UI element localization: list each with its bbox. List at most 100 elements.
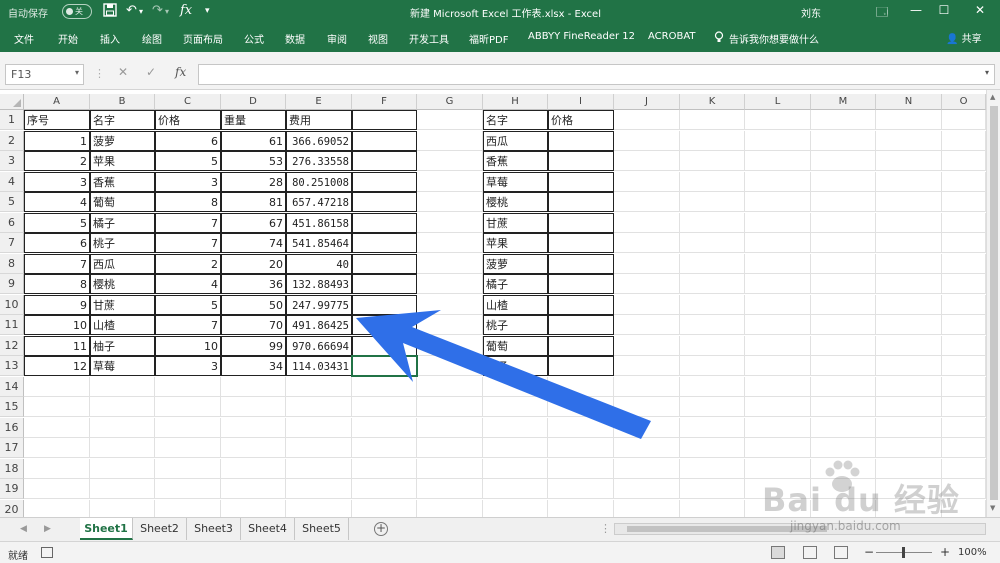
cell-f5[interactable] <box>352 192 417 212</box>
column-header-m[interactable]: M <box>811 94 876 110</box>
cell-c16[interactable] <box>155 417 221 438</box>
cell-o6[interactable] <box>942 212 986 233</box>
cell-d17[interactable] <box>221 438 286 458</box>
zoom-slider-knob[interactable] <box>902 547 905 558</box>
sheet-tab-sheet4[interactable]: Sheet4 <box>241 518 295 540</box>
cell-i15[interactable] <box>548 397 614 417</box>
cell-j10[interactable] <box>614 294 680 315</box>
cell-l13[interactable] <box>745 356 811 376</box>
cell-h10[interactable]: 山楂 <box>483 294 548 315</box>
cell-i1[interactable]: 价格 <box>548 110 614 130</box>
insert-function-icon[interactable]: fx <box>175 65 186 79</box>
cell-j8[interactable] <box>614 253 680 274</box>
cell-d4[interactable]: 28 <box>221 171 286 192</box>
undo-icon[interactable]: ↶ <box>126 3 137 18</box>
cell-f20[interactable] <box>352 499 417 517</box>
ribbon-display-icon[interactable]: 🗔 <box>872 3 892 24</box>
cell-n4[interactable] <box>876 171 942 192</box>
row-header-12[interactable]: 12 <box>0 335 24 356</box>
tab-developer[interactable]: 开发工具 <box>409 31 449 46</box>
cell-j20[interactable] <box>614 499 680 517</box>
cell-d20[interactable] <box>221 499 286 517</box>
cell-e18[interactable] <box>286 458 352 479</box>
cell-n11[interactable] <box>876 315 942 335</box>
cell-a17[interactable] <box>24 438 90 458</box>
cell-e6[interactable]: 451.86158 <box>286 212 352 233</box>
cell-j16[interactable] <box>614 417 680 438</box>
share-button[interactable]: 👤 共享 <box>946 30 982 45</box>
cell-c13[interactable]: 3 <box>155 356 221 376</box>
cell-c5[interactable]: 8 <box>155 192 221 212</box>
cell-d13[interactable]: 34 <box>221 356 286 376</box>
cell-i12[interactable] <box>548 335 614 356</box>
name-box[interactable]: F13 ▾ <box>5 64 84 85</box>
vertical-scroll-thumb[interactable] <box>990 106 998 500</box>
cell-k2[interactable] <box>680 130 745 151</box>
cell-m11[interactable] <box>811 315 876 335</box>
tab-formulas[interactable]: 公式 <box>244 31 264 46</box>
cell-m15[interactable] <box>811 397 876 417</box>
tab-file[interactable]: 文件 <box>14 31 34 46</box>
cell-d9[interactable]: 36 <box>221 274 286 294</box>
vertical-scrollbar[interactable]: ▲ ▼ <box>986 90 1000 517</box>
cell-j7[interactable] <box>614 233 680 253</box>
cell-o11[interactable] <box>942 315 986 335</box>
cell-b4[interactable]: 香蕉 <box>90 171 155 192</box>
cell-b10[interactable]: 甘蔗 <box>90 294 155 315</box>
cell-f19[interactable] <box>352 479 417 499</box>
cell-e15[interactable] <box>286 397 352 417</box>
cell-d12[interactable]: 99 <box>221 335 286 356</box>
cell-e4[interactable]: 80.251008 <box>286 171 352 192</box>
save-icon[interactable] <box>103 3 117 21</box>
cell-j3[interactable] <box>614 151 680 171</box>
cell-h17[interactable] <box>483 438 548 458</box>
cell-i9[interactable] <box>548 274 614 294</box>
cell-c12[interactable]: 10 <box>155 335 221 356</box>
cell-m14[interactable] <box>811 376 876 397</box>
formula-input[interactable]: ▾ <box>198 64 995 85</box>
cell-k15[interactable] <box>680 397 745 417</box>
cell-n7[interactable] <box>876 233 942 253</box>
cell-d2[interactable]: 61 <box>221 130 286 151</box>
cell-a7[interactable]: 6 <box>24 233 90 253</box>
cell-d6[interactable]: 67 <box>221 212 286 233</box>
cell-d11[interactable]: 70 <box>221 315 286 335</box>
cell-l8[interactable] <box>745 253 811 274</box>
cell-c15[interactable] <box>155 397 221 417</box>
cell-a16[interactable] <box>24 417 90 438</box>
cell-h11[interactable]: 桃子 <box>483 315 548 335</box>
cell-f16[interactable] <box>352 417 417 438</box>
row-header-20[interactable]: 20 <box>0 499 24 517</box>
cell-d15[interactable] <box>221 397 286 417</box>
enter-icon[interactable]: ✓ <box>146 65 156 79</box>
row-header-13[interactable]: 13 <box>0 356 24 376</box>
cell-i18[interactable] <box>548 458 614 479</box>
cell-o12[interactable] <box>942 335 986 356</box>
cell-d10[interactable]: 50 <box>221 294 286 315</box>
cell-n14[interactable] <box>876 376 942 397</box>
cell-a5[interactable]: 4 <box>24 192 90 212</box>
cell-f12[interactable] <box>352 335 417 356</box>
tab-draw[interactable]: 绘图 <box>142 31 162 46</box>
cell-n9[interactable] <box>876 274 942 294</box>
column-header-l[interactable]: L <box>745 94 811 110</box>
cell-b7[interactable]: 桃子 <box>90 233 155 253</box>
row-header-8[interactable]: 8 <box>0 253 24 274</box>
cell-l9[interactable] <box>745 274 811 294</box>
column-header-a[interactable]: A <box>24 94 90 110</box>
cell-a4[interactable]: 3 <box>24 171 90 192</box>
page-layout-view-icon[interactable] <box>803 546 817 559</box>
cell-h19[interactable] <box>483 479 548 499</box>
cell-i14[interactable] <box>548 376 614 397</box>
cell-a1[interactable]: 序号 <box>24 110 90 130</box>
cell-j5[interactable] <box>614 192 680 212</box>
cell-b2[interactable]: 菠萝 <box>90 130 155 151</box>
cell-b15[interactable] <box>90 397 155 417</box>
tab-data[interactable]: 数据 <box>285 31 305 46</box>
tab-insert[interactable]: 插入 <box>100 31 120 46</box>
cell-e9[interactable]: 132.88493 <box>286 274 352 294</box>
column-header-o[interactable]: O <box>942 94 986 110</box>
tab-home[interactable]: 开始 <box>58 31 78 46</box>
cell-e5[interactable]: 657.47218 <box>286 192 352 212</box>
worksheet-grid[interactable]: ABCDEFGHIJKLMNO 1 2 3 4 5 6 7 8 9 10 11 12 13 14 15 16 1… <box>0 90 1000 517</box>
